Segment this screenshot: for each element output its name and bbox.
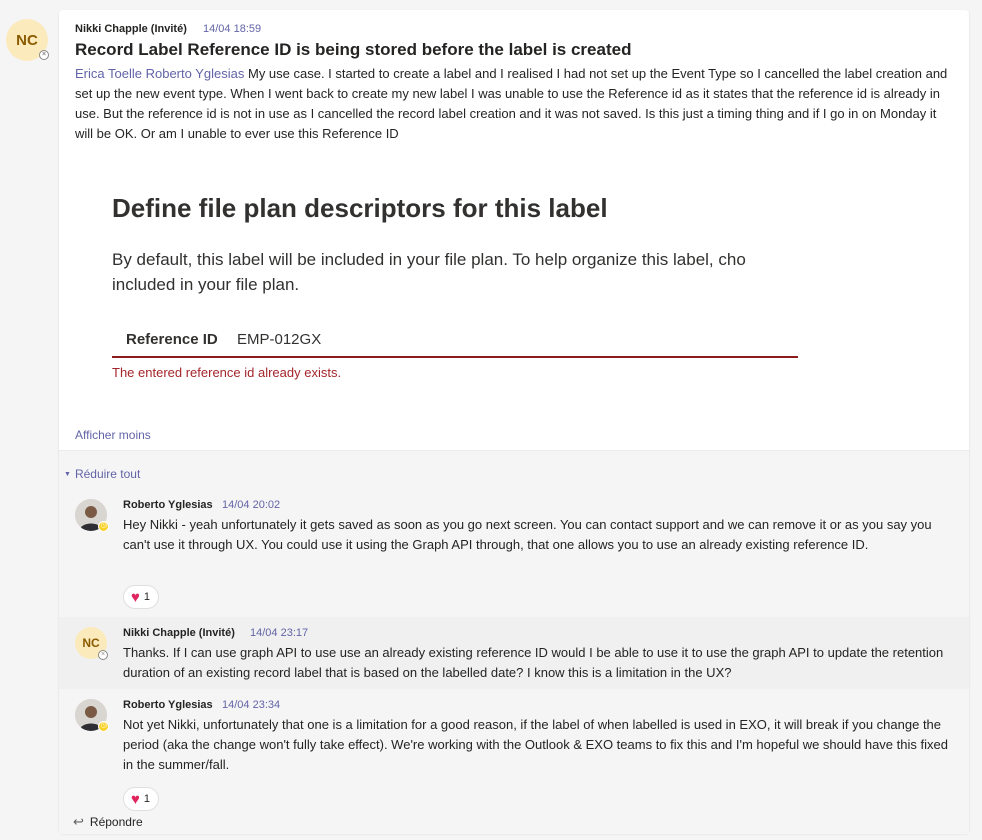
reference-id-label: Reference ID: [126, 331, 218, 348]
presence-offline-icon: ×: [39, 50, 49, 60]
message-card: Nikki Chapple (Invité) 14/04 18:59 Recor…: [59, 10, 969, 834]
reference-id-value: EMP-012GX: [237, 331, 322, 348]
embed-title: Define file plan descriptors for this la…: [112, 193, 608, 223]
embed-description: By default, this label will be included …: [112, 250, 746, 294]
avatar-initials: NC: [16, 31, 38, 49]
reply-arrow-icon: ↩: [73, 814, 84, 829]
status-away-icon: ◷: [98, 521, 109, 532]
heart-icon: ♥: [131, 588, 140, 606]
post-timestamp: 14/04 18:59: [203, 23, 262, 35]
reply-author[interactable]: Nikki Chapple (Invité): [123, 627, 235, 639]
collapse-all-label: Réduire tout: [74, 467, 141, 481]
heart-reaction-button[interactable]: ♥ 1: [123, 585, 160, 609]
reply-timestamp: 14/04 20:02: [222, 499, 281, 511]
reply-label: Répondre: [89, 815, 143, 829]
reference-id-field: Reference ID EMP-012GX: [112, 328, 798, 358]
reply-item: ◷ Roberto Yglesias 14/04 23:34 Not yet N…: [59, 689, 969, 811]
reply-timestamp: 14/04 23:17: [250, 627, 309, 639]
reaction-count: 1: [143, 793, 151, 805]
reply-body: Thanks. If I can use graph API to use us…: [123, 645, 944, 680]
status-away-icon: ◷: [98, 721, 109, 732]
reply-item: ◷ Roberto Yglesias 14/04 20:02 Hey Nikki…: [59, 489, 969, 609]
mention-erica-toelle[interactable]: Erica Toelle: [75, 66, 142, 81]
heart-reaction-button[interactable]: ♥ 1: [123, 787, 160, 811]
post-body: Erica Toelle Roberto Yglesias My use cas…: [75, 64, 955, 144]
reply-body: Not yet Nikki, unfortunately that one is…: [123, 717, 948, 772]
reply-author[interactable]: Roberto Yglesias: [123, 699, 213, 711]
embedded-screenshot[interactable]: Define file plan descriptors for this la…: [75, 160, 955, 410]
show-less-link[interactable]: Afficher moins: [75, 428, 151, 442]
post-author[interactable]: Nikki Chapple (Invité): [75, 23, 187, 35]
post-title: Record Label Reference ID is being store…: [75, 40, 632, 59]
reaction-count: 1: [143, 591, 151, 603]
presence-offline-icon: ×: [98, 650, 108, 660]
reply-button[interactable]: ↩ Répondre: [73, 814, 143, 830]
reference-id-error: The entered reference id already exists.: [112, 365, 342, 380]
reply-thread: ▼ Réduire tout ◷ Roberto Yglesias 14/04 2…: [59, 450, 969, 834]
reply-timestamp: 14/04 23:34: [222, 699, 281, 711]
avatar-initials: NC: [82, 636, 100, 650]
mention-roberto-yglesias[interactable]: Roberto Yglesias: [146, 66, 245, 81]
reply-item: NC × Nikki Chapple (Invité) 14/04 23:17 …: [59, 617, 969, 689]
heart-icon: ♥: [131, 790, 140, 808]
caret-down-icon: ▼: [64, 471, 71, 478]
collapse-all-button[interactable]: ▼ Réduire tout: [64, 467, 140, 481]
author-avatar[interactable]: NC ×: [6, 19, 49, 61]
reply-body: Hey Nikki - yeah unfortunately it gets s…: [123, 517, 932, 552]
reply-author[interactable]: Roberto Yglesias: [123, 499, 213, 511]
